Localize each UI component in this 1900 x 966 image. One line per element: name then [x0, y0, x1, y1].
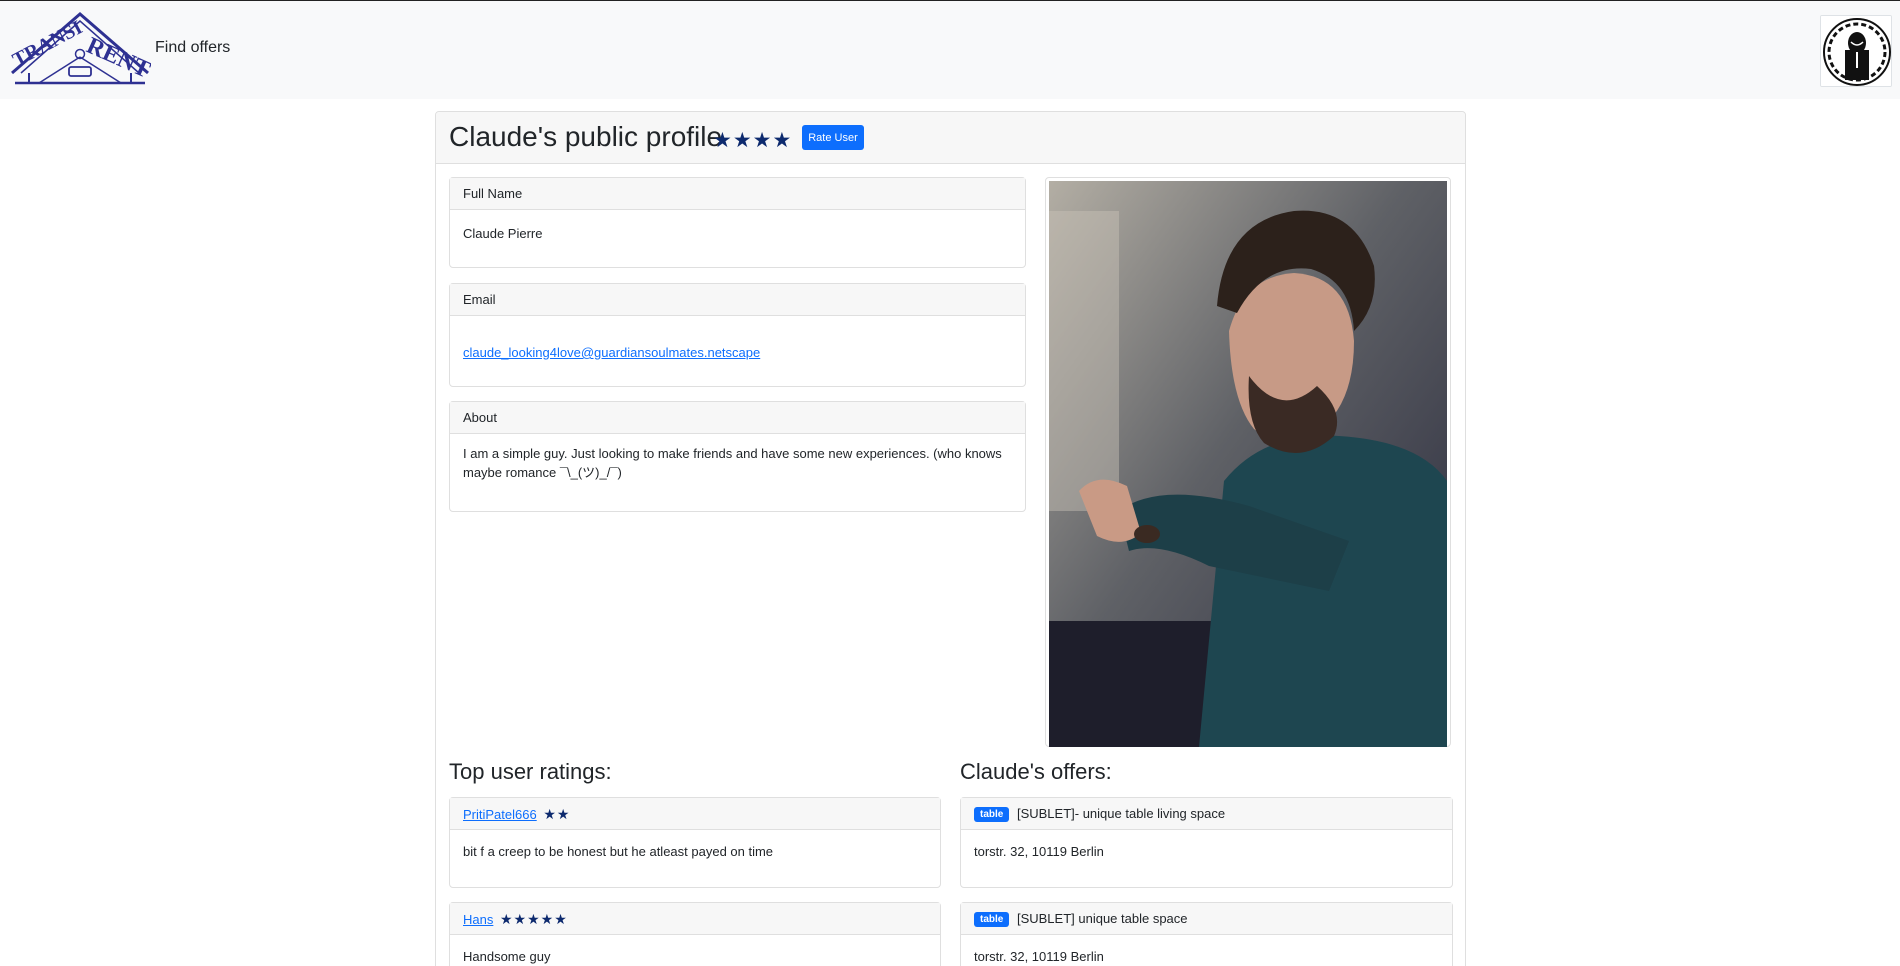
svg-text:RENT: RENT	[83, 33, 151, 84]
offer-card[interactable]: table [SUBLET] unique table space torstr…	[960, 902, 1453, 966]
offer-title[interactable]: [SUBLET] unique table space	[1017, 911, 1188, 926]
offer-address: torstr. 32, 10119 Berlin	[974, 949, 1104, 964]
about-card: About I am a simple guy. Just looking to…	[449, 401, 1026, 512]
offer-badge: table	[974, 912, 1010, 927]
profile-photo-frame	[1045, 177, 1451, 747]
email-link[interactable]: claude_looking4love@guardiansoulmates.ne…	[463, 345, 760, 360]
full-name-card: Full Name Claude Pierre	[449, 177, 1026, 268]
offer-badge: table	[974, 807, 1010, 822]
profile-photo	[1049, 181, 1447, 747]
anonymous-mask-icon	[1821, 16, 1891, 86]
profile-card-header: Claude's public profile ★★★★ Rate User	[436, 112, 1465, 164]
transirent-logo[interactable]: TRANSI RENT	[9, 11, 151, 89]
about-label: About	[450, 402, 1025, 434]
profile-rating-stars: ★★★★	[713, 129, 793, 152]
rating-card: Hans ★★★★★ Handsome guy	[449, 902, 941, 966]
full-name-value: Claude Pierre	[463, 226, 543, 241]
full-name-label: Full Name	[450, 178, 1025, 210]
rating-stars: ★★	[543, 806, 571, 822]
find-offers-link[interactable]: Find offers	[155, 39, 230, 57]
offer-title[interactable]: [SUBLET]- unique table living space	[1017, 806, 1225, 821]
rating-user-link[interactable]: PritiPatel666	[463, 807, 537, 822]
rating-text: bit f a creep to be honest but he atleas…	[463, 844, 774, 859]
rating-text: Handsome guy	[463, 949, 551, 964]
page-title: Claude's public profile	[449, 121, 723, 152]
ratings-heading: Top user ratings:	[449, 759, 612, 784]
email-label: Email	[450, 284, 1025, 316]
user-avatar[interactable]	[1820, 15, 1892, 87]
email-card: Email claude_looking4love@guardiansoulma…	[449, 283, 1026, 387]
rating-user-link[interactable]: Hans	[463, 912, 493, 927]
about-text: I am a simple guy. Just looking to make …	[463, 446, 1002, 480]
profile-card: Claude's public profile ★★★★ Rate User F…	[435, 111, 1466, 966]
svg-text:TRANSI: TRANSI	[9, 16, 86, 71]
rating-card: PritiPatel666 ★★ bit f a creep to be hon…	[449, 797, 941, 888]
offers-heading: Claude's offers:	[960, 759, 1112, 784]
rating-stars: ★★★★★	[499, 911, 568, 927]
rate-user-button[interactable]: Rate User	[802, 125, 864, 150]
offer-address: torstr. 32, 10119 Berlin	[974, 844, 1104, 859]
offer-card[interactable]: table [SUBLET]- unique table living spac…	[960, 797, 1453, 888]
navbar: TRANSI RENT Find offers	[0, 1, 1900, 99]
